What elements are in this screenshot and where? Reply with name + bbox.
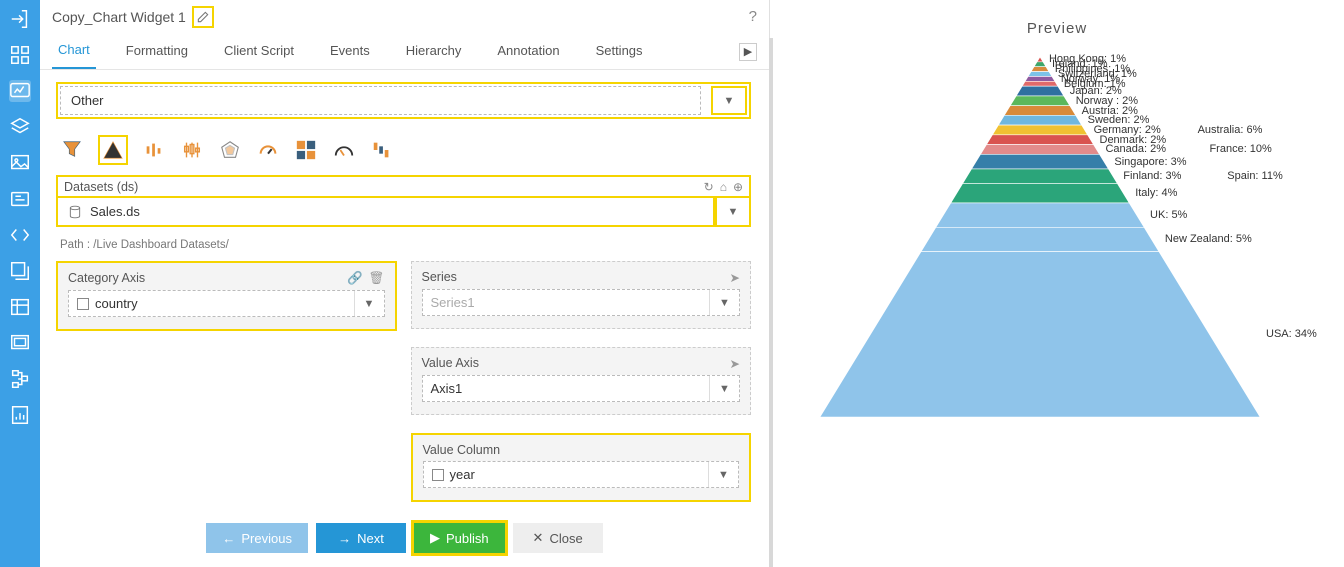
- config-panel: Copy_Chart Widget 1 ? Chart Formatting C…: [40, 0, 770, 567]
- tab-client-script[interactable]: Client Script: [218, 35, 300, 68]
- pyramid-icon[interactable]: [98, 135, 128, 165]
- dataset-refresh-icon[interactable]: ↻: [704, 180, 714, 194]
- category-axis-select[interactable]: country ▼: [68, 290, 385, 317]
- category-axis-dropdown[interactable]: ▼: [354, 291, 384, 316]
- database-icon: [68, 205, 82, 219]
- tab-events[interactable]: Events: [324, 35, 376, 68]
- sidebar-login-icon[interactable]: [9, 8, 31, 30]
- category-axis-label: Category Axis: [68, 271, 145, 286]
- chart-type-value: Other: [71, 93, 104, 108]
- treemap-icon[interactable]: [294, 138, 318, 162]
- tabs-scroll-right[interactable]: ▶: [739, 43, 757, 61]
- value-axis-dropdown[interactable]: ▼: [709, 376, 739, 401]
- sidebar-chart-icon[interactable]: [9, 80, 31, 102]
- tab-chart[interactable]: Chart: [52, 34, 96, 69]
- column-icon: [77, 298, 89, 310]
- datasets-label: Datasets (ds): [64, 180, 138, 194]
- sidebar-table-icon[interactable]: [9, 296, 31, 318]
- tab-settings[interactable]: Settings: [590, 35, 649, 68]
- widget-title: Copy_Chart Widget 1: [52, 9, 186, 25]
- sidebar-image-icon[interactable]: [9, 152, 31, 174]
- sidebar-card-icon[interactable]: [9, 188, 31, 210]
- chart-type-select[interactable]: Other: [60, 86, 701, 115]
- chart-type-dropdown-button[interactable]: ▼: [711, 86, 747, 115]
- waterfall-icon[interactable]: [370, 138, 394, 162]
- chart-subtype-row: [56, 129, 751, 175]
- sidebar-gallery-icon[interactable]: [9, 260, 31, 282]
- sidebar-folder-icon[interactable]: [9, 332, 31, 354]
- previous-button[interactable]: ← Previous: [206, 523, 308, 553]
- series-value: Series1: [423, 290, 710, 315]
- pyramid-label: USA: 34%: [1266, 328, 1317, 340]
- pyramid-chart: Hong Kong: 1%Ireland: 1%Philippines: 1%S…: [820, 57, 1260, 417]
- series-send-icon[interactable]: ➤: [730, 270, 740, 285]
- dataset-dropdown-button[interactable]: ▼: [715, 196, 751, 227]
- sidebar-hierarchy-icon[interactable]: [9, 368, 31, 390]
- wizard-footer: ← Previous → Next ▶ Publish ✕ Close: [40, 513, 769, 567]
- category-trash-icon[interactable]: 🗑: [369, 271, 385, 286]
- category-axis-value: country: [95, 296, 138, 311]
- value-axis-select[interactable]: Axis1 ▼: [422, 375, 741, 402]
- value-column-select[interactable]: year ▼: [423, 461, 740, 488]
- value-column-dropdown[interactable]: ▼: [708, 462, 738, 487]
- publish-button[interactable]: ▶ Publish: [414, 523, 505, 553]
- sidebar-layers-icon[interactable]: [9, 116, 31, 138]
- radar-icon[interactable]: [218, 138, 242, 162]
- sidebar-dashboard-icon[interactable]: [9, 44, 31, 66]
- boxplot-icon[interactable]: [180, 138, 204, 162]
- value-column-label: Value Column: [423, 443, 501, 457]
- value-axis-label: Value Axis: [422, 356, 479, 371]
- speedo-icon[interactable]: [332, 138, 356, 162]
- tab-hierarchy[interactable]: Hierarchy: [400, 35, 468, 68]
- dataset-value: Sales.ds: [90, 204, 140, 219]
- preview-panel: Preview Hong Kong: 1%Ireland: 1%Philippi…: [770, 0, 1344, 567]
- sidebar-report-icon[interactable]: [9, 404, 31, 426]
- category-link-icon[interactable]: 🔗: [347, 271, 363, 286]
- candlestick-icon[interactable]: [142, 138, 166, 162]
- dataset-select[interactable]: Sales.ds: [56, 196, 715, 227]
- funnel-icon[interactable]: [60, 138, 84, 162]
- config-tabs: Chart Formatting Client Script Events Hi…: [40, 34, 769, 70]
- dataset-home-icon[interactable]: ⌂: [720, 180, 727, 194]
- value-axis-send-icon[interactable]: ➤: [730, 356, 740, 371]
- series-select[interactable]: Series1 ▼: [422, 289, 741, 316]
- preview-title: Preview: [800, 20, 1314, 37]
- tab-annotation[interactable]: Annotation: [491, 35, 565, 68]
- close-button[interactable]: ✕ Close: [513, 523, 603, 553]
- app-sidebar: [0, 0, 40, 567]
- next-button[interactable]: → Next: [316, 523, 406, 553]
- value-axis-value: Axis1: [423, 376, 710, 401]
- help-icon[interactable]: ?: [749, 8, 757, 25]
- dataset-add-icon[interactable]: ⊕: [733, 180, 743, 194]
- dataset-path: Path : /Live Dashboard Datasets/: [56, 237, 751, 261]
- column-icon-2: [432, 469, 444, 481]
- edit-title-button[interactable]: [192, 6, 214, 28]
- value-column-value: year: [450, 467, 475, 482]
- series-dropdown[interactable]: ▼: [709, 290, 739, 315]
- sidebar-code-icon[interactable]: [9, 224, 31, 246]
- gauge-icon[interactable]: [256, 138, 280, 162]
- series-label: Series: [422, 270, 457, 285]
- tab-formatting[interactable]: Formatting: [120, 35, 194, 68]
